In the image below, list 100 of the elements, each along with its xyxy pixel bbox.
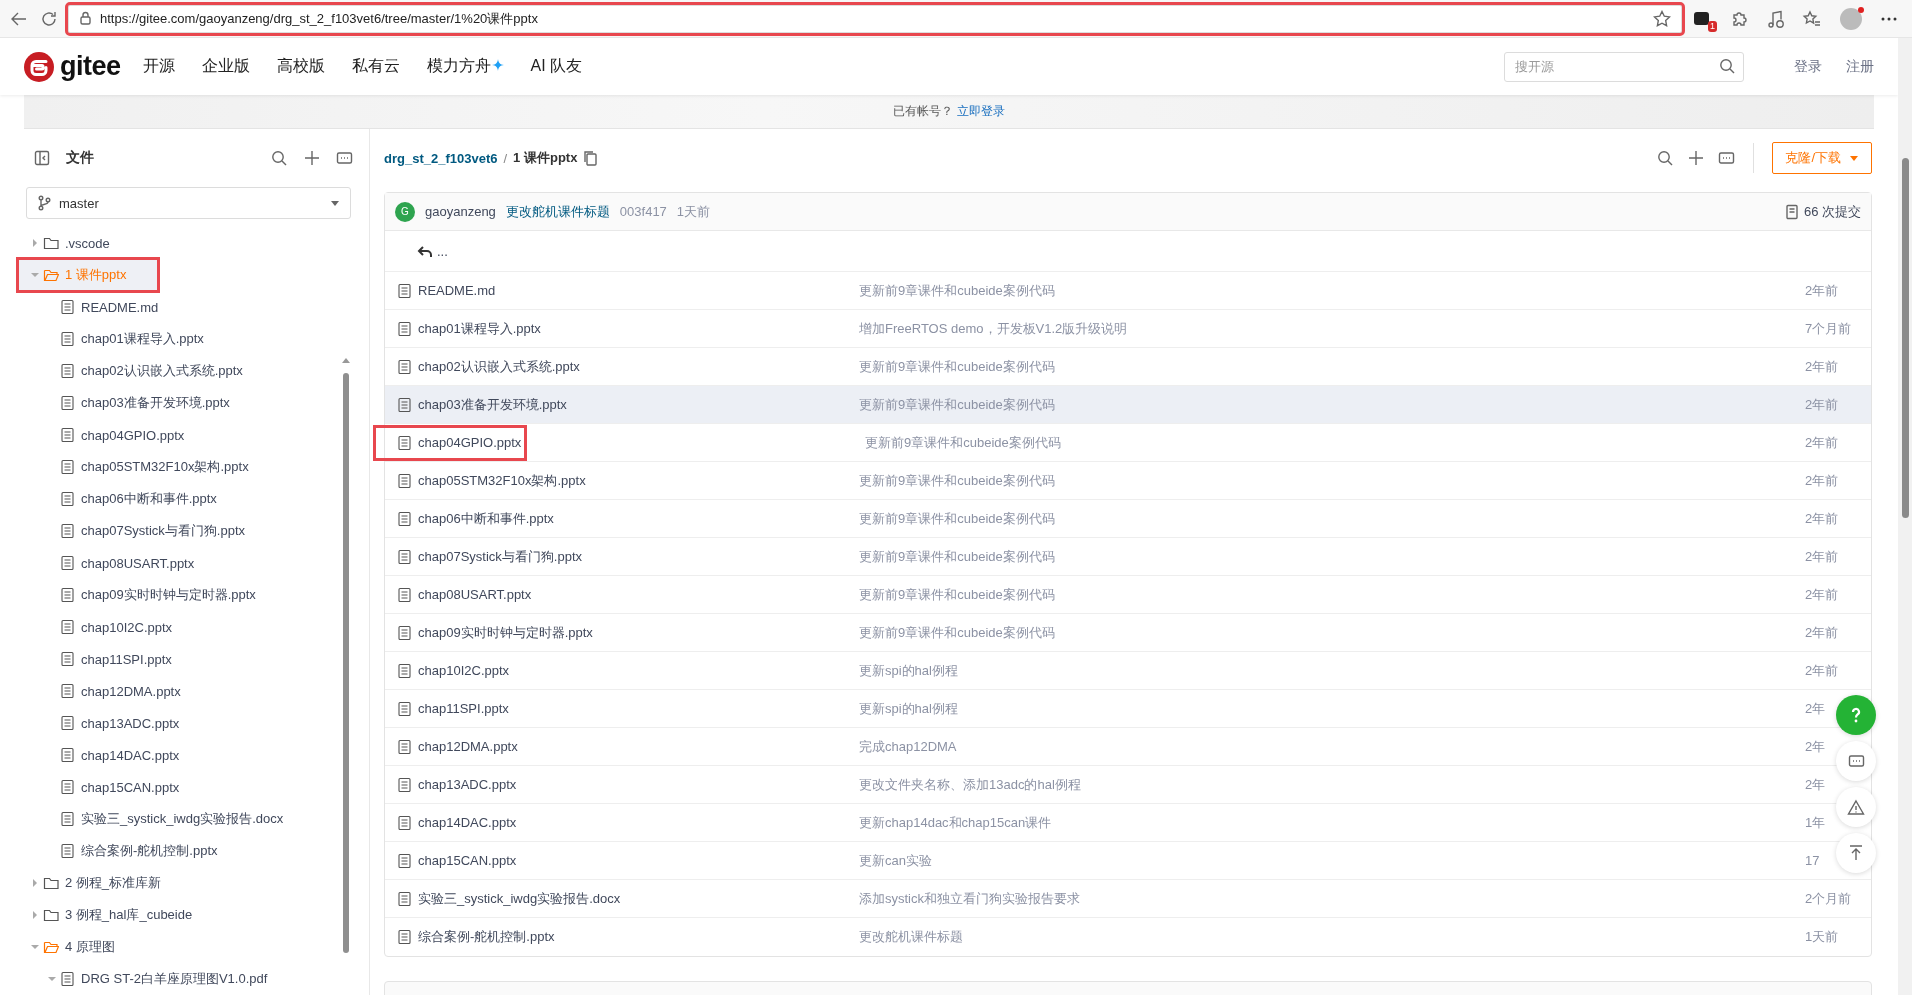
file-icon <box>60 459 75 475</box>
file-date: 2年前 <box>1805 548 1839 564</box>
star-icon[interactable] <box>1653 9 1671 28</box>
scroll-up-icon[interactable] <box>342 357 350 363</box>
plus-icon[interactable] <box>1688 150 1705 166</box>
search-field[interactable]: 搜开源 <box>1504 51 1744 82</box>
file-link[interactable]: chap15CAN.pptx <box>391 844 859 877</box>
parent-folder-link[interactable]: ... <box>385 231 1871 272</box>
tree-item[interactable]: chap08USART.pptx <box>26 547 332 579</box>
profile-avatar[interactable] <box>1840 7 1862 30</box>
header-link[interactable]: 注册 <box>1846 57 1874 76</box>
tree-item[interactable]: chap14DAC.pptx <box>26 739 332 771</box>
file-icon <box>397 320 412 337</box>
file-link[interactable]: chap08USART.pptx <box>391 578 859 611</box>
file-icon <box>60 747 75 763</box>
help-button[interactable] <box>1836 695 1876 735</box>
notification-badge: 1 <box>1708 20 1717 32</box>
branch-select[interactable]: master <box>26 187 351 219</box>
tree-item[interactable]: chap03准备开发环境.pptx <box>26 387 332 419</box>
report-button[interactable] <box>1836 787 1876 827</box>
caret-down-icon[interactable] <box>46 974 57 984</box>
commit-count[interactable]: 66 次提交 <box>1784 202 1861 221</box>
file-date: 2年前 <box>1805 396 1839 412</box>
file-link[interactable]: chap10I2C.pptx <box>391 654 859 687</box>
commit-time: 1天前 <box>676 202 711 221</box>
tree-item[interactable]: chap11SPI.pptx <box>26 643 332 675</box>
file-link[interactable]: chap09实时时钟与定时器.pptx <box>391 616 859 649</box>
file-link[interactable]: chap04GPIO.pptx <box>375 426 525 459</box>
file-link[interactable]: chap05STM32F10x架构.pptx <box>391 464 859 497</box>
tree-item[interactable]: 2 例程_标准库新 <box>26 867 332 899</box>
favorites-icon[interactable] <box>1802 9 1822 28</box>
tree-item[interactable]: 实验三_systick_iwdg实验报告.docx <box>26 803 332 835</box>
file-date: 2年前 <box>1805 472 1839 488</box>
tree-item[interactable]: chap15CAN.pptx <box>26 771 332 803</box>
tree-item[interactable]: chap04GPIO.pptx <box>26 419 332 451</box>
tree-item[interactable]: chap12DMA.pptx <box>26 675 332 707</box>
tree-item[interactable]: chap01课程导入.pptx <box>26 323 332 355</box>
file-date: 2年 <box>1805 776 1826 792</box>
tree-item[interactable]: 4 原理图 <box>26 931 332 963</box>
puzzle-icon[interactable] <box>1730 9 1748 28</box>
tree-item[interactable]: chap13ADC.pptx <box>26 707 332 739</box>
file-link[interactable]: README.md <box>391 274 859 307</box>
file-link[interactable]: chap11SPI.pptx <box>391 692 859 725</box>
file-link[interactable]: chap13ADC.pptx <box>391 768 859 801</box>
nav-link[interactable]: 私有云 <box>351 56 400 77</box>
tree-item[interactable]: README.md <box>26 291 332 323</box>
folder-icon <box>43 235 59 251</box>
file-link[interactable]: 实验三_systick_iwdg实验报告.docx <box>391 882 859 915</box>
caret-down-icon <box>1849 154 1859 162</box>
header-link[interactable]: 登录 <box>1794 57 1822 76</box>
feedback-button[interactable] <box>1836 741 1876 781</box>
login-link[interactable]: 立即登录 <box>957 103 1005 120</box>
file-link[interactable]: chap01课程导入.pptx <box>391 312 859 345</box>
tree-item[interactable]: chap09实时时钟与定时器.pptx <box>26 579 332 611</box>
comment-icon[interactable] <box>336 151 353 165</box>
folder-icon <box>43 875 59 891</box>
back-to-top-button[interactable] <box>1836 833 1876 873</box>
music-icon[interactable] <box>1766 9 1784 28</box>
tree-item[interactable]: 综合案例-舵机控制.pptx <box>26 835 332 867</box>
logo-icon[interactable] <box>24 51 54 82</box>
comment-icon[interactable] <box>1718 151 1736 165</box>
file-date: 2年前 <box>1805 624 1839 640</box>
tree-item[interactable]: 3 例程_hal库_cubeide <box>26 899 332 931</box>
search-icon[interactable] <box>1657 149 1675 167</box>
file-link[interactable]: chap14DAC.pptx <box>391 806 859 839</box>
tree-item[interactable]: DRG ST-2白羊座原理图V1.0.pdf <box>26 963 332 995</box>
copy-icon[interactable] <box>583 150 600 166</box>
file-link[interactable]: chap07Systick与看门狗.pptx <box>391 540 859 573</box>
logo-text[interactable]: gitee <box>60 51 121 82</box>
commit-message[interactable]: 更改舵机课件标题 <box>505 202 610 221</box>
search-icon[interactable] <box>1719 57 1736 75</box>
breadcrumb-separator: / <box>503 150 508 166</box>
nav-link[interactable]: 模力方舟 <box>426 56 491 77</box>
file-date: 2年前 <box>1805 662 1839 678</box>
file-link[interactable]: 综合案例-舵机控制.pptx <box>391 921 859 953</box>
tree-item[interactable]: chap10I2C.pptx <box>26 611 332 643</box>
tree-item[interactable]: chap07Systick与看门狗.pptx <box>26 515 332 547</box>
file-icon <box>397 548 412 565</box>
author-name[interactable]: gaoyanzeng <box>425 204 496 219</box>
nav-link[interactable]: 企业版 <box>201 56 250 77</box>
tree-item[interactable]: .vscode <box>26 227 332 259</box>
nav-link[interactable]: 高校版 <box>276 56 325 77</box>
tree-item[interactable]: chap05STM32F10x架构.pptx <box>26 451 332 483</box>
file-link[interactable]: chap06中断和事件.pptx <box>391 502 859 535</box>
address-bar[interactable]: https://gitee.com/gaoyanzeng/drg_st_2_f103vet6/tree/master/1%20课件pptx <box>68 4 1682 33</box>
file-link[interactable]: chap12DMA.pptx <box>391 730 859 763</box>
search-icon[interactable] <box>271 149 288 167</box>
file-link[interactable]: chap02认识嵌入式系统.pptx <box>391 350 859 383</box>
nav-link[interactable]: 开源 <box>142 56 175 77</box>
repo-link[interactable]: drg_st_2_f103vet6 <box>384 150 498 166</box>
tree-item[interactable]: chap02认识嵌入式系统.pptx <box>26 355 332 387</box>
tree-item[interactable]: chap06中断和事件.pptx <box>26 483 332 515</box>
page-scrollbar[interactable] <box>1898 38 1912 995</box>
more-icon[interactable] <box>1880 15 1898 22</box>
plus-icon[interactable] <box>304 150 320 166</box>
caret-down-icon[interactable] <box>29 942 40 952</box>
file-icon <box>397 472 412 489</box>
file-link[interactable]: chap03准备开发环境.pptx <box>391 388 859 421</box>
panel-toggle-icon[interactable] <box>34 150 50 166</box>
nav-link[interactable]: AI 队友 <box>530 56 583 77</box>
